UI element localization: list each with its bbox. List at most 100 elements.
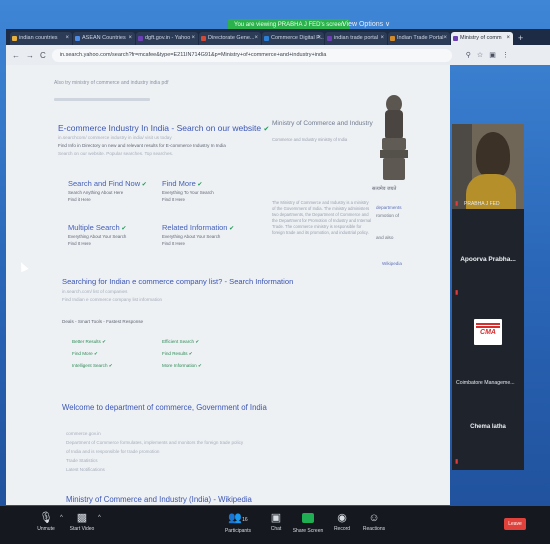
- search-icon[interactable]: ⚲: [466, 51, 471, 59]
- result3-line: Department of Commerce formulates, imple…: [66, 440, 244, 445]
- url-input[interactable]: in.search.yahoo.com/search?fr=mcafee&typ…: [51, 48, 452, 62]
- view-options-button[interactable]: View Options ∨: [342, 20, 390, 28]
- zoom-window: You are viewing PRABHA J FED's screen Vi…: [0, 0, 550, 544]
- browser-tab[interactable]: Indian Trade Portal ×: [388, 32, 450, 45]
- tab-close-icon[interactable]: ×: [191, 32, 195, 45]
- tab-close-icon[interactable]: ×: [254, 32, 258, 45]
- sitelink-title[interactable]: Search and Find Now ✔: [68, 179, 147, 188]
- tab-favicon-icon: [264, 36, 269, 41]
- new-tab-icon[interactable]: +: [514, 31, 523, 45]
- sitelink-title-text[interactable]: Multiple Search: [68, 223, 120, 232]
- browser-tab[interactable]: Directorate Gene... ×: [199, 32, 261, 45]
- start-video-button[interactable]: ▩ Start Video: [62, 510, 102, 532]
- participants-count: 16: [242, 517, 248, 523]
- ad2-link[interactable]: More Information ✔: [162, 363, 202, 369]
- result3-line: commerce.gov.in: [66, 431, 101, 436]
- ad-result-desc2: Search on our website. Popular searches.…: [58, 151, 174, 156]
- participants-button[interactable]: 👥16 Participants: [218, 510, 258, 534]
- panel-highlight-promotion: romotion of: [376, 213, 399, 218]
- ad2-link[interactable]: Efficient Search ✔: [162, 339, 199, 345]
- browser-tab[interactable]: Commerce Digital P... ×: [262, 32, 324, 45]
- verified-icon: ✔: [140, 182, 147, 188]
- tab-close-icon[interactable]: ×: [443, 32, 447, 45]
- result3-title[interactable]: Welcome to department of commerce, Gover…: [62, 403, 267, 412]
- sitelink-desc: Find It Here: [162, 241, 185, 246]
- result3-line: of India and is responsible for trade pr…: [66, 449, 160, 454]
- tab-close-icon[interactable]: ×: [506, 32, 510, 45]
- browser-tab[interactable]: Ministry of comm ×: [451, 32, 513, 45]
- ad2-link-text[interactable]: Find More: [72, 351, 93, 356]
- logo-text: CMA: [480, 329, 496, 336]
- reload-icon[interactable]: C: [40, 51, 46, 60]
- ad2-link[interactable]: Find More ✔: [72, 351, 98, 357]
- sitelink-title-text[interactable]: Find More: [162, 179, 196, 188]
- sitelink-title-text[interactable]: Search and Find Now: [68, 179, 140, 188]
- menu-icon[interactable]: ⋮: [502, 51, 509, 59]
- tab-close-icon[interactable]: ×: [65, 32, 69, 45]
- tab-label: indian trade portal: [334, 35, 379, 41]
- unmute-button[interactable]: 🎙 Unmute: [26, 510, 66, 532]
- video-tile-prabha[interactable]: ▮ PRABHA J FED: [452, 124, 524, 209]
- star-icon[interactable]: ☆: [477, 51, 483, 59]
- related-searches[interactable]: Also try ministry of commerce and indust…: [54, 80, 169, 86]
- panel-source-link[interactable]: Wikipedia: [382, 261, 402, 266]
- browser-tab-strip: indian countries × ASEAN Countries × dgft.go…: [6, 29, 550, 45]
- browser-tab[interactable]: dgft.gov.in - Yahoo ×: [136, 32, 198, 45]
- ad2-link-text[interactable]: Efficient Search: [162, 339, 194, 344]
- tab-close-icon[interactable]: ×: [128, 32, 132, 45]
- ad-result-title-text[interactable]: E-commerce Industry In India - Search on…: [58, 123, 261, 133]
- participant-name-chema: Chema latha: [470, 424, 506, 430]
- result3-line: Trade Statistics: [66, 458, 98, 463]
- address-bar: ← → C in.search.yahoo.com/search?fr=mcaf…: [6, 45, 550, 65]
- sitelink-title[interactable]: Multiple Search ✔: [68, 223, 126, 232]
- tab-close-icon[interactable]: ×: [380, 32, 384, 45]
- verified-icon: ✔: [119, 226, 127, 232]
- mic-muted-icon: ▮: [455, 290, 459, 296]
- reactions-label: Reactions: [362, 526, 386, 532]
- reactions-button[interactable]: ☺ Reactions: [354, 510, 394, 532]
- ad2-link-text[interactable]: Find Results: [162, 351, 188, 356]
- logo-stripe: [476, 326, 500, 328]
- sitelink-desc: Search Anything About Here: [68, 190, 124, 195]
- leave-button[interactable]: Leave: [504, 518, 526, 530]
- sitelink-desc: Everything To Your Search: [162, 190, 214, 195]
- browser-tab[interactable]: indian countries ×: [10, 32, 72, 45]
- ad2-link-text[interactable]: More Information: [162, 363, 197, 368]
- sitelink-title-text[interactable]: Related Information: [162, 223, 227, 232]
- video-options-caret[interactable]: ^: [98, 515, 101, 521]
- ad2-link-text[interactable]: Intelligent Search: [72, 363, 108, 368]
- tab-favicon-icon: [453, 36, 458, 41]
- sitelink-title[interactable]: Find More ✔: [162, 179, 202, 188]
- tab-label: Ministry of comm: [460, 35, 502, 41]
- tab-label: ASEAN Countries: [82, 35, 126, 41]
- sitelink-title[interactable]: Related Information ✔: [162, 223, 234, 232]
- tab-favicon-icon: [201, 36, 206, 41]
- start-video-label: Start Video: [69, 526, 95, 532]
- knowledge-panel-text: The Ministry of Commerce and Industry is…: [272, 200, 372, 235]
- meeting-toolbar: 🎙 Unmute ^ ▩ Start Video ^ 👥16 Participa…: [0, 506, 550, 544]
- forward-icon[interactable]: →: [26, 51, 34, 60]
- video-off-icon: ▩: [76, 512, 88, 524]
- extension-icon[interactable]: ▣: [489, 51, 496, 59]
- tab-favicon-icon: [327, 36, 332, 41]
- tab-label: dgft.gov.in - Yahoo: [145, 35, 191, 41]
- browser-tab[interactable]: ASEAN Countries ×: [73, 32, 135, 45]
- tab-label: Indian Trade Portal: [397, 35, 444, 41]
- ad2-link-text[interactable]: Better Results: [72, 339, 101, 344]
- browser-tab[interactable]: indian trade portal ×: [325, 32, 387, 45]
- back-icon[interactable]: ←: [12, 51, 20, 60]
- sitelink-desc: Find it Here: [68, 197, 91, 202]
- ad2-link[interactable]: Intelligent Search ✔: [72, 363, 113, 369]
- verified-icon: ✔: [107, 363, 113, 368]
- verified-icon: ✔: [227, 226, 235, 232]
- ad-result-title[interactable]: E-commerce Industry In India - Search on…: [58, 123, 269, 133]
- ad2-link[interactable]: Better Results ✔: [72, 339, 106, 345]
- tab-close-icon[interactable]: ×: [317, 32, 321, 45]
- ad2-result-title-text[interactable]: Searching for Indian e commerce company …: [62, 277, 293, 286]
- ad2-result-title[interactable]: Searching for Indian e commerce company …: [62, 277, 293, 286]
- tab-favicon-icon: [12, 36, 17, 41]
- ad2-link[interactable]: Find Results ✔: [162, 351, 193, 357]
- verified-icon: ✔: [92, 351, 98, 356]
- participants-panel: ▮ PRABHA J FED Apoorva Prabha... ▮ CMA C…: [452, 124, 524, 470]
- result4-title[interactable]: Ministry of Commerce and Industry (India…: [66, 495, 252, 504]
